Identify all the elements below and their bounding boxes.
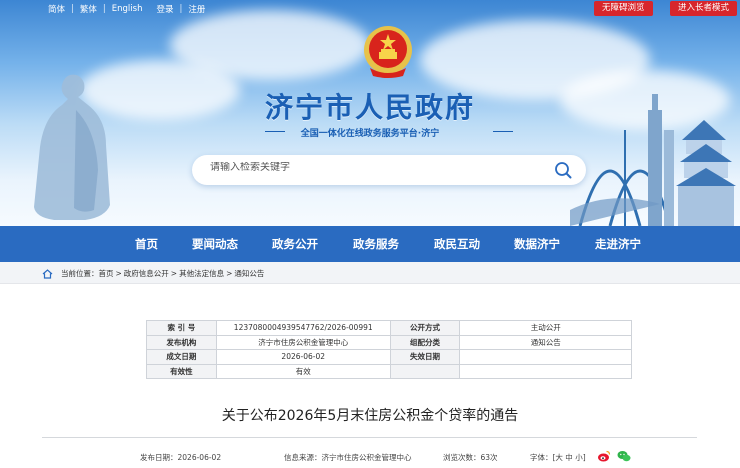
meta-value: 济宁市住房公积金管理中心 <box>215 334 391 350</box>
meta-key: 发布机构 <box>146 334 217 350</box>
meta-value <box>459 363 632 379</box>
meta-value: 1237080004939547762/2026-00991 <box>215 320 391 336</box>
link-login[interactable]: 登录 <box>156 3 173 15</box>
link-traditional[interactable]: 繁体 <box>80 3 97 15</box>
search-bar <box>192 155 586 185</box>
nav-data-jining[interactable]: 数据济宁 <box>514 226 560 262</box>
breadcrumb-info-open[interactable]: 政府信息公开 <box>124 268 169 279</box>
breadcrumb-notices[interactable]: 通知公告 <box>234 268 264 279</box>
wechat-share-icon[interactable] <box>617 449 631 463</box>
document-title: 关于公布2026年5月末住房公积金个贷率的通告 <box>221 408 519 424</box>
meta-value: 2026-06-02 <box>215 349 391 365</box>
divider: | <box>102 4 106 14</box>
top-links: 简体 | 繁体 | English 登录 | 注册 <box>48 3 205 15</box>
search-icon[interactable] <box>554 161 572 179</box>
home-icon <box>42 268 53 279</box>
subtitle-line <box>493 131 513 132</box>
meta-value: 主动公开 <box>459 320 632 336</box>
meta-key: 索 引 号 <box>146 320 217 336</box>
document-meta-table: 索 引 号 1237080004939547762/2026-00991 公开方… <box>146 320 632 379</box>
nav-interaction[interactable]: 政民互动 <box>434 226 480 262</box>
weibo-share-icon[interactable] <box>597 449 611 463</box>
breadcrumb-other-info[interactable]: 其他法定信息 <box>179 268 224 279</box>
meta-value: 有效 <box>215 363 391 379</box>
search-input[interactable] <box>210 162 530 173</box>
table-row: 成文日期 2026-06-02 失效日期 <box>146 349 632 365</box>
top-bar: 简体 | 繁体 | English 登录 | 注册 无障碍浏览 进入长者模式 <box>0 0 740 18</box>
divider <box>42 437 697 438</box>
breadcrumb-home[interactable]: 首页 <box>99 268 114 279</box>
link-simplified[interactable]: 简体 <box>48 3 65 15</box>
table-row: 索 引 号 1237080004939547762/2026-00991 公开方… <box>146 320 632 336</box>
info-source: 信息来源：济宁市住房公积金管理中心 <box>284 453 412 462</box>
site-title: 济宁市人民政府 <box>264 91 475 124</box>
view-count: 浏览次数：63次 <box>443 453 498 462</box>
meta-value: 通知公告 <box>459 334 632 350</box>
meta-key: 有效性 <box>146 363 217 379</box>
table-row: 有效性 有效 <box>146 363 632 379</box>
publish-date: 发布日期：2026-06-02 <box>140 453 222 462</box>
meta-key: 失效日期 <box>389 349 461 365</box>
nav-home[interactable]: 首页 <box>135 226 158 262</box>
nav-news[interactable]: 要闻动态 <box>192 226 238 262</box>
accessibility-button[interactable]: 无障碍浏览 <box>594 1 653 16</box>
table-row: 发布机构 济宁市住房公积金管理中心 组配分类 通知公告 <box>146 334 632 350</box>
meta-value <box>459 349 632 365</box>
national-emblem-icon <box>364 26 412 78</box>
elder-mode-button[interactable]: 进入长者模式 <box>670 1 738 16</box>
divider: | <box>179 4 183 14</box>
nav-gov-services[interactable]: 政务服务 <box>353 226 399 262</box>
nav-about-jining[interactable]: 走进济宁 <box>595 226 641 262</box>
link-english[interactable]: English <box>112 4 143 14</box>
meta-key: 组配分类 <box>389 334 461 350</box>
site-subtitle: 全国一体化在线政务服务平台·济宁 <box>300 129 440 139</box>
breadcrumb-prefix: 当前位置： <box>61 269 99 278</box>
divider: | <box>71 4 74 14</box>
meta-key: 公开方式 <box>389 320 461 336</box>
main-nav: 首页 要闻动态 政务公开 政务服务 政民互动 数据济宁 走进济宁 <box>0 226 740 262</box>
breadcrumb: 当前位置： 首页 > 政府信息公开 > 其他法定信息 > 通知公告 <box>0 262 740 284</box>
link-register[interactable]: 注册 <box>188 3 205 15</box>
font-size-control[interactable]: 字体：[大 中 小] <box>530 452 586 463</box>
meta-key: 成文日期 <box>146 349 217 365</box>
meta-key <box>389 363 461 379</box>
nav-gov-affairs-open[interactable]: 政务公开 <box>272 226 318 262</box>
